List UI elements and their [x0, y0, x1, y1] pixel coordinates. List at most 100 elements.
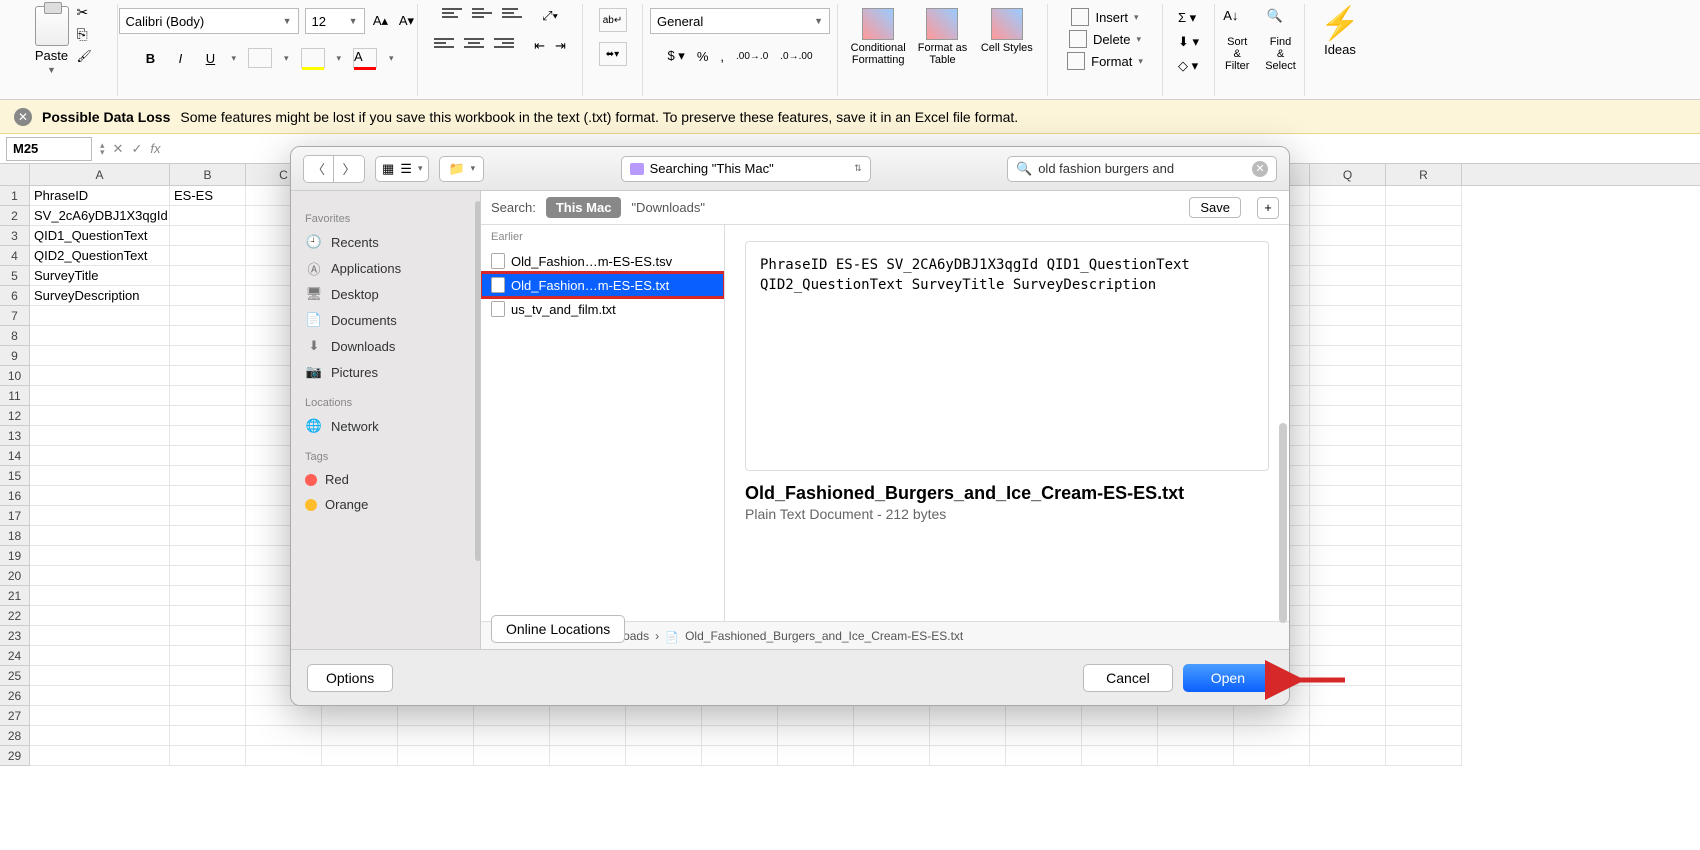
cell[interactable] — [1386, 226, 1462, 246]
percent-icon[interactable]: % — [697, 49, 709, 64]
cell[interactable] — [170, 466, 246, 486]
cell[interactable] — [1386, 586, 1462, 606]
cell[interactable] — [1234, 706, 1310, 726]
cell[interactable] — [1310, 386, 1386, 406]
cell[interactable] — [1310, 486, 1386, 506]
cell[interactable] — [1006, 746, 1082, 766]
cell[interactable] — [170, 626, 246, 646]
location-dropdown[interactable]: Searching "This Mac" ⇅ — [621, 156, 871, 182]
row-header[interactable]: 6 — [0, 286, 30, 306]
align-top-icon[interactable] — [442, 8, 462, 24]
cell[interactable]: QID2_QuestionText — [30, 246, 170, 266]
cell[interactable] — [1310, 306, 1386, 326]
cell[interactable] — [246, 726, 322, 746]
find-select-icon[interactable]: 🔍 — [1267, 8, 1295, 36]
online-locations-button[interactable]: Online Locations — [491, 615, 625, 643]
clear-search-icon[interactable]: ✕ — [1252, 161, 1268, 177]
sort-filter-icon[interactable]: A↓ — [1223, 8, 1251, 36]
cell[interactable] — [550, 706, 626, 726]
cell[interactable] — [30, 626, 170, 646]
cell[interactable] — [246, 746, 322, 766]
number-format-select[interactable]: General ▼ — [650, 8, 830, 34]
cell[interactable] — [30, 346, 170, 366]
underline-button[interactable]: U — [201, 51, 219, 66]
back-button[interactable]: 〈 — [304, 156, 334, 182]
search-field[interactable]: 🔍 old fashion burgers and ✕ — [1007, 156, 1277, 182]
align-middle-icon[interactable] — [472, 8, 492, 24]
currency-icon[interactable]: $ ▾ — [667, 48, 684, 64]
cell[interactable] — [30, 446, 170, 466]
cell[interactable] — [30, 746, 170, 766]
column-header[interactable]: Q — [1310, 164, 1386, 185]
cell[interactable] — [1310, 606, 1386, 626]
cell[interactable] — [1310, 666, 1386, 686]
cell[interactable] — [474, 746, 550, 766]
cell[interactable] — [30, 366, 170, 386]
cell[interactable] — [702, 706, 778, 726]
row-header[interactable]: 25 — [0, 666, 30, 686]
paste-button[interactable]: Paste ▼ — [33, 4, 71, 77]
cell[interactable] — [1310, 326, 1386, 346]
sidebar-tag-orange[interactable]: Orange — [291, 492, 480, 517]
cell[interactable]: ES-ES — [170, 186, 246, 206]
cell[interactable] — [1386, 706, 1462, 726]
cell[interactable]: PhraseID — [30, 186, 170, 206]
row-header[interactable]: 2 — [0, 206, 30, 226]
cell[interactable] — [1310, 586, 1386, 606]
cell[interactable] — [398, 726, 474, 746]
cell[interactable] — [702, 726, 778, 746]
cell[interactable] — [1082, 746, 1158, 766]
row-header[interactable]: 5 — [0, 266, 30, 286]
add-criteria-button[interactable]: + — [1257, 197, 1279, 219]
align-bottom-icon[interactable] — [502, 8, 522, 24]
cell[interactable] — [30, 506, 170, 526]
cell[interactable] — [1386, 446, 1462, 466]
sidebar-item-pictures[interactable]: 📷Pictures — [291, 359, 480, 385]
file-item[interactable]: Old_Fashion…m-ES-ES.tsv — [481, 249, 724, 273]
group-button[interactable]: 📁 ▾ — [439, 156, 484, 182]
row-header[interactable]: 4 — [0, 246, 30, 266]
cell[interactable] — [1310, 626, 1386, 646]
chevron-down-icon[interactable]: ▾ — [389, 53, 394, 64]
row-header[interactable]: 7 — [0, 306, 30, 326]
decrease-indent-icon[interactable]: ⇤ — [534, 38, 545, 54]
row-header[interactable]: 1 — [0, 186, 30, 206]
cell[interactable] — [170, 346, 246, 366]
cell[interactable] — [1386, 726, 1462, 746]
save-search-button[interactable]: Save — [1189, 197, 1241, 218]
comma-icon[interactable]: , — [720, 49, 724, 64]
row-header[interactable]: 22 — [0, 606, 30, 626]
row-header[interactable]: 14 — [0, 446, 30, 466]
select-all-corner[interactable] — [0, 164, 30, 185]
row-header[interactable]: 18 — [0, 526, 30, 546]
cell[interactable] — [30, 586, 170, 606]
cell[interactable] — [30, 406, 170, 426]
cell[interactable] — [30, 726, 170, 746]
cell[interactable] — [778, 706, 854, 726]
format-button[interactable]: Format ▾ — [1067, 52, 1143, 70]
cell[interactable] — [778, 726, 854, 746]
cell[interactable] — [1310, 406, 1386, 426]
cell[interactable] — [170, 226, 246, 246]
accept-formula-icon[interactable]: ✓ — [131, 141, 142, 157]
fill-color-button[interactable] — [301, 48, 325, 68]
cell[interactable] — [1310, 726, 1386, 746]
format-painter-icon[interactable] — [77, 48, 93, 64]
cell[interactable] — [1386, 386, 1462, 406]
merge-button[interactable]: ⬌▾ — [599, 42, 627, 66]
cell[interactable] — [930, 726, 1006, 746]
cell[interactable] — [170, 486, 246, 506]
cell[interactable] — [1310, 366, 1386, 386]
cell[interactable] — [1082, 726, 1158, 746]
cell[interactable] — [1386, 426, 1462, 446]
cell[interactable] — [1310, 346, 1386, 366]
cell[interactable] — [1310, 526, 1386, 546]
align-right-icon[interactable] — [494, 38, 514, 54]
cell[interactable] — [1310, 506, 1386, 526]
cell[interactable] — [854, 746, 930, 766]
row-header[interactable]: 3 — [0, 226, 30, 246]
column-header[interactable]: A — [30, 164, 170, 185]
cell[interactable] — [1386, 486, 1462, 506]
cell[interactable] — [854, 706, 930, 726]
cell[interactable] — [702, 746, 778, 766]
